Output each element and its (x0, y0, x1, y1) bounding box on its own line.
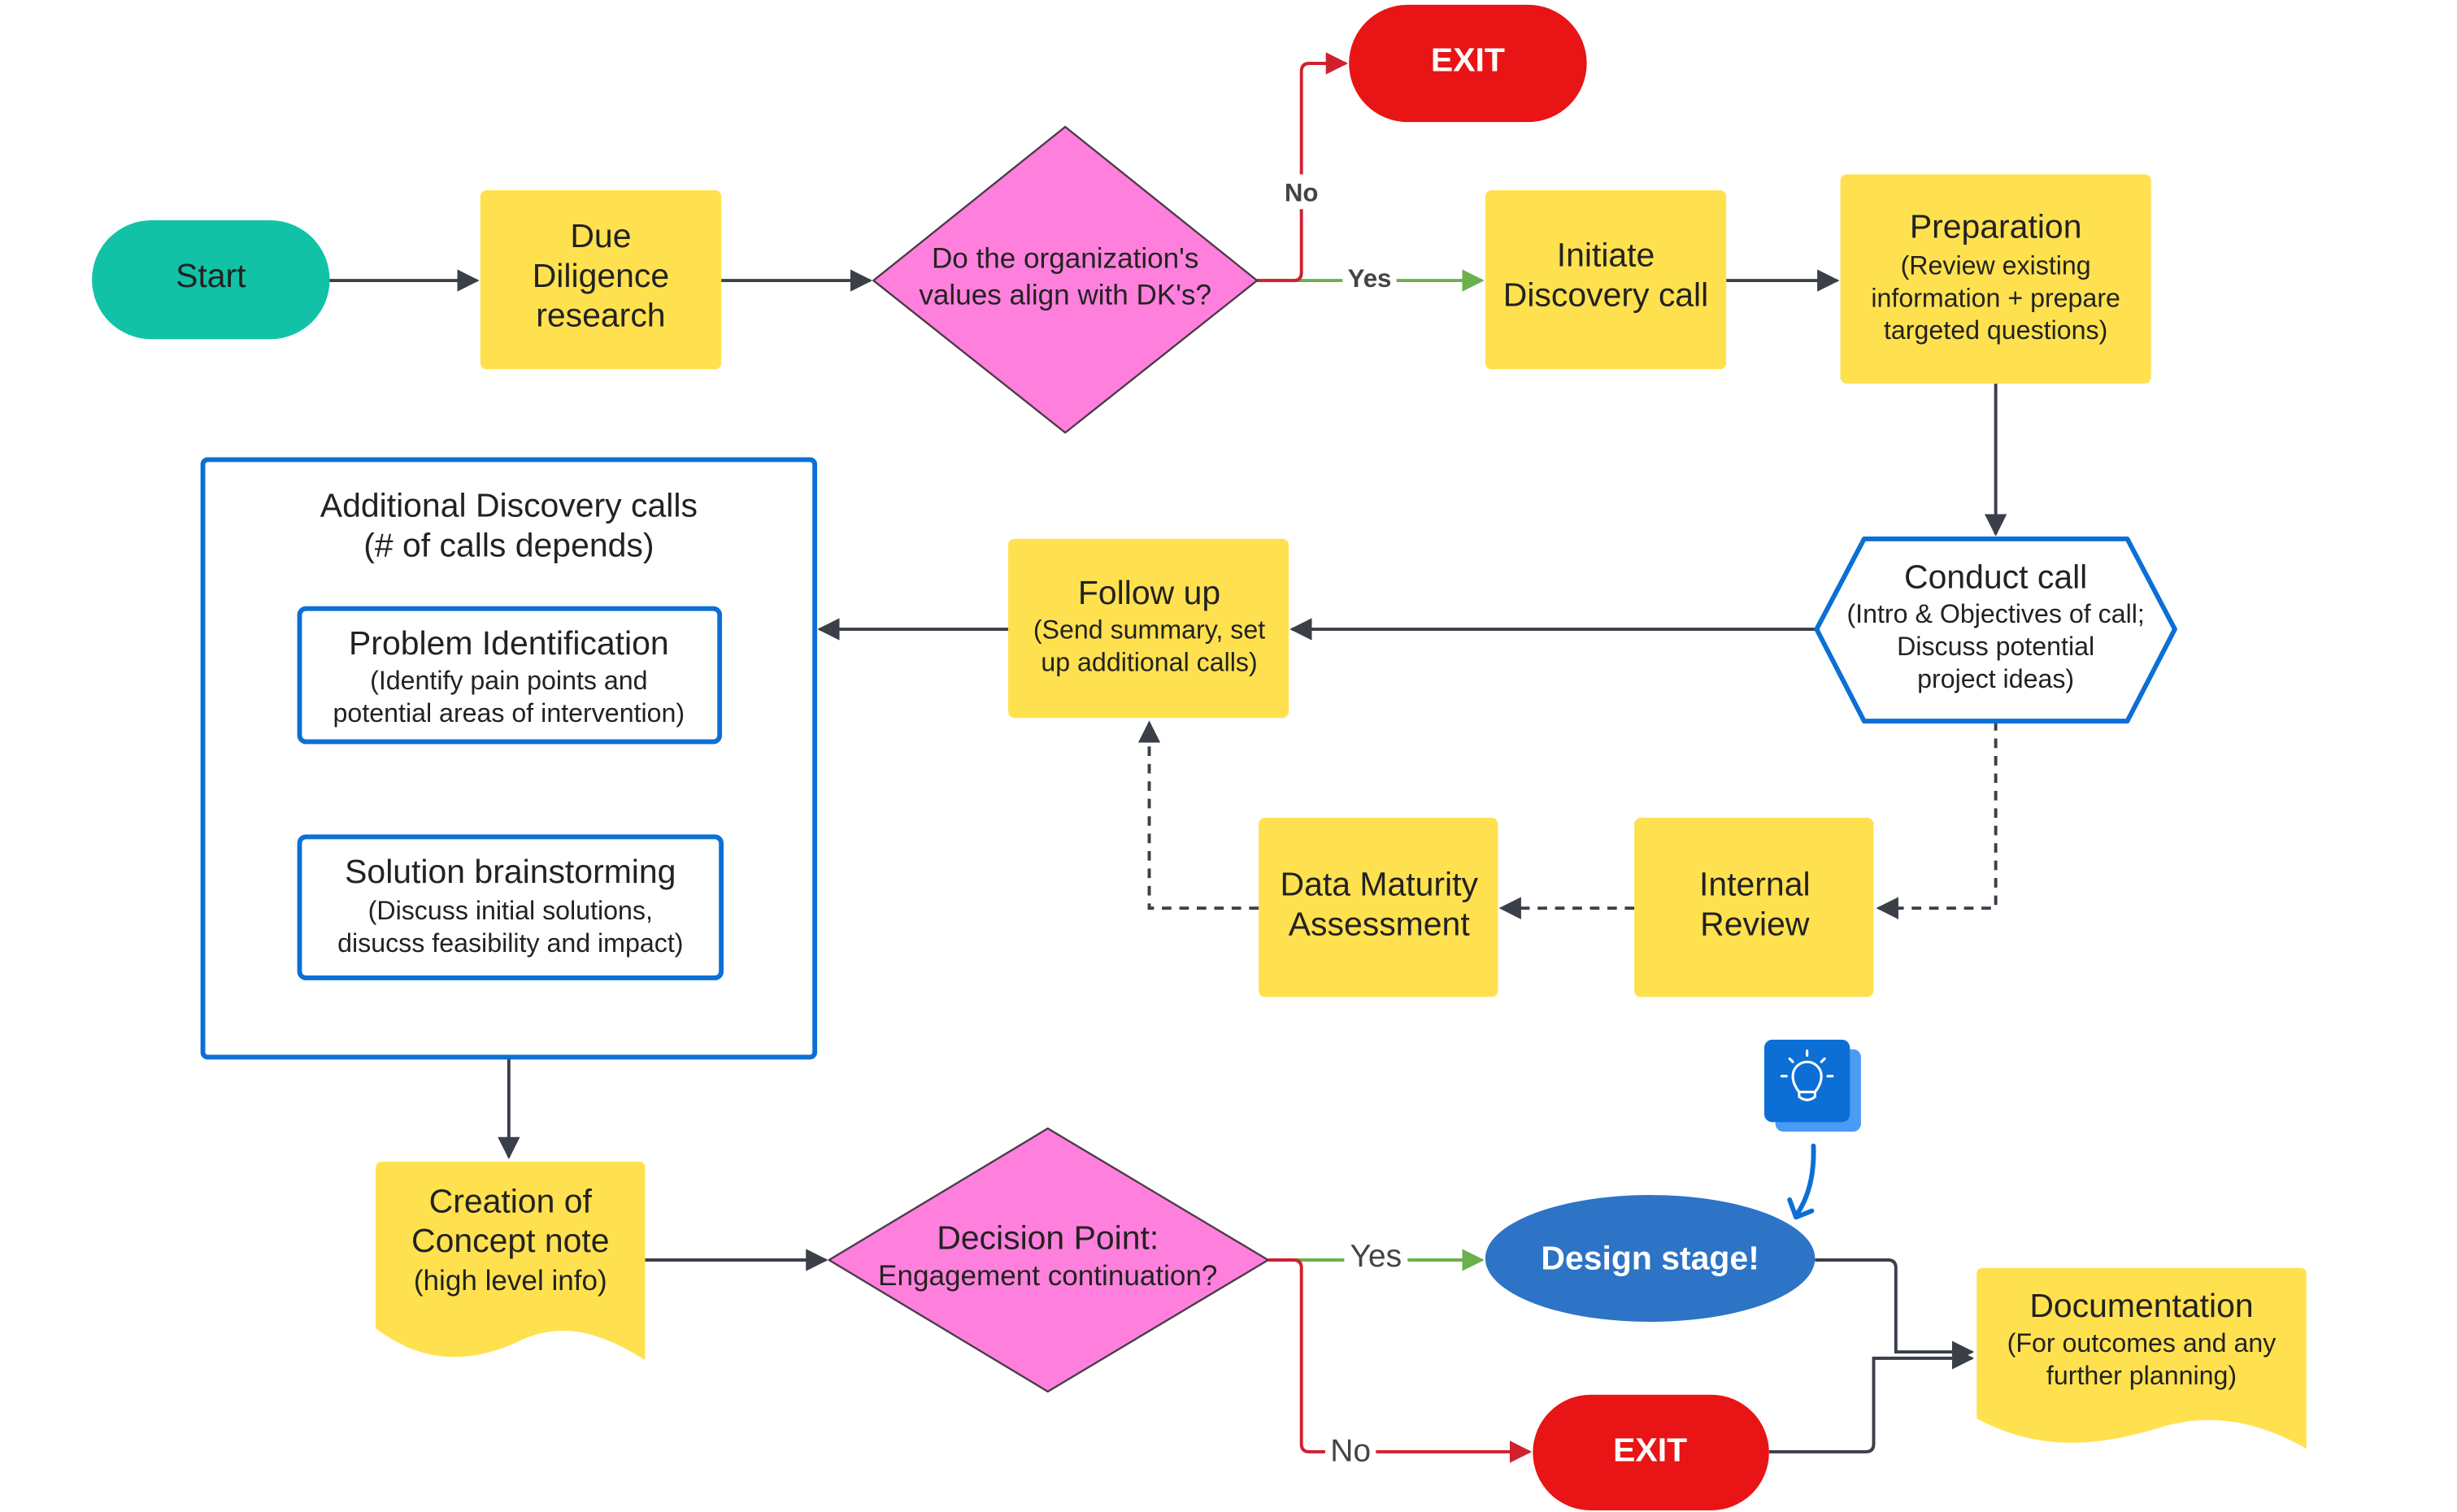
documentation-node[interactable]: Documentation (For outcomes and any furth… (1976, 1267, 2307, 1449)
exit-node-top[interactable]: EXIT (1349, 4, 1587, 123)
svg-text:Design stage!: Design stage! (1541, 1240, 1759, 1277)
edge-conduct-internalreview (1876, 721, 1998, 919)
svg-text:Start: Start (176, 257, 246, 294)
edge-label-no: No (1330, 1434, 1371, 1469)
svg-text:Engagement continuation?: Engagement continuation? (878, 1260, 1217, 1292)
lightbulb-icon (1763, 1039, 1861, 1220)
follow-up-node[interactable]: Follow up (Send summary, set up additiona… (1007, 538, 1289, 719)
edge-design-documentation (1815, 1258, 1975, 1363)
svg-text:Documentation: Documentation (2029, 1287, 2253, 1324)
svg-text:Follow up: Follow up (1078, 574, 1220, 611)
svg-text:Conduct call: Conduct call (1904, 558, 2087, 595)
curved-arrow-icon (1787, 1143, 1816, 1220)
edge-datamaturity-followup (1137, 720, 1259, 910)
svg-text:Solution brainstorming: Solution brainstorming (345, 853, 676, 890)
svg-text:Preparation: Preparation (1910, 207, 2082, 245)
edge-no-exit (1257, 52, 1349, 283)
svg-text:(Review existinginformation +: (Review existing information + prepare tar… (1871, 250, 2120, 345)
svg-text:EXIT: EXIT (1613, 1432, 1687, 1469)
exit-node-bottom[interactable]: EXIT (1533, 1394, 1769, 1511)
svg-text:Problem Identification: Problem Identification (349, 624, 669, 662)
svg-text:EXIT: EXIT (1431, 41, 1505, 79)
data-maturity-node[interactable]: Data Maturity Assessment (1259, 818, 1498, 997)
conduct-call-node[interactable]: Conduct call (Intro & Objectives of call… (1814, 536, 2177, 724)
concept-note-node[interactable]: Creation of Concept note (high level info… (376, 1162, 646, 1360)
svg-text:Decision Point:: Decision Point: (937, 1219, 1159, 1256)
internal-review-node[interactable]: Internal Review (1634, 818, 1874, 997)
edge-label-no: No (1285, 179, 1319, 207)
problem-identification-node[interactable]: Problem Identification (Identify pain po… (297, 606, 723, 745)
edge-label-yes: Yes (1348, 264, 1392, 293)
edge-label-yes: Yes (1350, 1239, 1402, 1274)
start-node[interactable]: Start (92, 220, 330, 340)
initiate-discovery-node[interactable]: Initiate Discovery call (1485, 189, 1727, 370)
due-diligence-node[interactable]: Due Diligence research (480, 189, 722, 370)
solution-brainstorming-node[interactable]: Solution brainstorming (Discuss initial … (297, 834, 724, 980)
decision-engagement-node[interactable]: Decision Point: Engagement continuation? (828, 1127, 1269, 1393)
svg-text:(high level info): (high level info) (414, 1265, 607, 1297)
flowchart: No Yes Yes No Start Due Diligence research… (92, 4, 2307, 1511)
decision-values-node[interactable]: Do the organization's values align with D… (872, 125, 1259, 434)
preparation-node[interactable]: Preparation (Review existing information … (1840, 174, 2151, 384)
design-stage-node[interactable]: Design stage! (1485, 1195, 1816, 1323)
edge-exit-documentation (1768, 1347, 1975, 1453)
edge-no-exit-bottom (1268, 1258, 1533, 1463)
